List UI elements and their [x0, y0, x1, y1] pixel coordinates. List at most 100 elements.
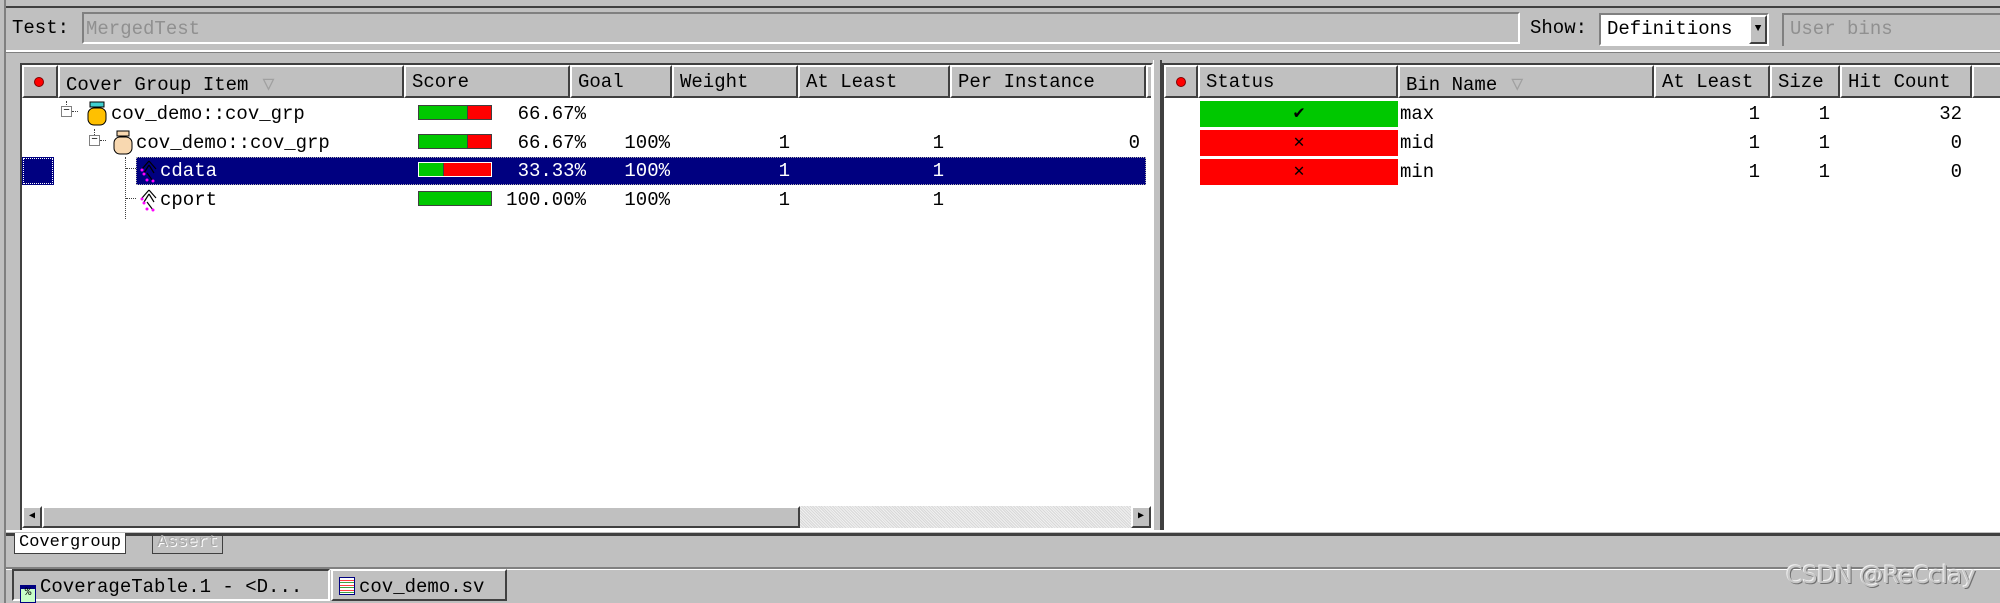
column-header-per-instance[interactable]: Per Instance	[950, 65, 1146, 98]
column-header-hit-count[interactable]: Hit Count	[1840, 65, 1972, 98]
show-label: Show:	[1530, 17, 1588, 39]
item-name: cport	[160, 189, 218, 211]
score-bar	[418, 105, 492, 120]
taskbar-source-file[interactable]: cov_demo.sv	[331, 569, 507, 601]
window-edge	[0, 0, 6, 603]
table-row[interactable]: − cov_demo::cov_grp 66.67%	[22, 100, 1151, 128]
scroll-right-icon[interactable]: ▶	[1131, 506, 1151, 528]
goal-value: 100%	[624, 132, 670, 154]
column-header-at-least[interactable]: At Least	[1654, 65, 1770, 98]
score-bar-uncovered	[467, 135, 491, 148]
status-uncovered-cell: ✕	[1200, 159, 1398, 185]
score-value: 100.00%	[506, 189, 586, 211]
test-field[interactable]: MergedTest	[82, 12, 1520, 44]
at-least-value: 1	[932, 132, 944, 154]
taskbar-label: CoverageTable.1 - <D...	[40, 576, 303, 598]
column-header-overflow[interactable]	[1972, 65, 2000, 98]
tree-line	[100, 140, 106, 141]
show-select-value: Definitions	[1607, 18, 1733, 40]
tab-baseline	[242, 533, 2000, 534]
bin-row[interactable]: ✕ mid 1 1 0	[1164, 129, 2000, 157]
score-value: 66.67%	[517, 132, 586, 154]
watermark: CSDN @ReCclay	[1786, 561, 1976, 589]
score-bar	[418, 162, 492, 177]
item-name: cov_demo::cov_grp	[111, 103, 305, 125]
score-bar	[418, 134, 492, 149]
show-select[interactable]: Definitions ▼	[1599, 13, 1769, 46]
table-row[interactable]: − cov_demo::cov_grp 66.67% 100% 1 1 0	[22, 129, 1151, 157]
column-header-overflow[interactable]	[1146, 65, 1151, 98]
taskbar-label: cov_demo.sv	[359, 576, 485, 598]
collapse-icon[interactable]: −	[89, 135, 100, 146]
bins-table: Status Bin Name ▽ At Least Size Hit Count…	[1162, 63, 2000, 530]
at-least-value: 1	[932, 189, 944, 211]
tree-line	[126, 198, 136, 199]
covergroup-table: Cover Group Item ▽ Score Goal Weight At L…	[20, 63, 1153, 530]
chevron-down-icon[interactable]: ▼	[1749, 15, 1767, 44]
score-bar-covered	[419, 135, 467, 148]
column-header-goal[interactable]: Goal	[570, 65, 672, 98]
score-bar-uncovered	[442, 163, 491, 176]
tab-covergroup[interactable]: Covergroup	[14, 533, 127, 554]
column-header-size[interactable]: Size	[1770, 65, 1840, 98]
weight-value: 1	[778, 189, 790, 211]
scrollbar-thumb[interactable]	[42, 506, 800, 528]
column-header-cover-group-item[interactable]: Cover Group Item ▽	[58, 65, 404, 98]
user-bins-field[interactable]: User bins	[1782, 13, 2000, 46]
score-value: 66.67%	[517, 103, 586, 125]
status-covered-cell: ✔	[1200, 101, 1398, 127]
at-least-value: 1	[1748, 132, 1760, 154]
column-header-bin-name[interactable]: Bin Name ▽	[1398, 65, 1654, 98]
pane-splitter[interactable]	[1153, 60, 1162, 530]
scrollbar-track[interactable]	[800, 506, 1131, 528]
covergroup-jar-icon	[87, 101, 107, 126]
x-icon: ✕	[1293, 133, 1305, 153]
scroll-left-icon[interactable]: ◀	[22, 506, 42, 528]
weight-value: 1	[778, 132, 790, 154]
table-row[interactable]: cport 100.00% 100% 1 1	[22, 186, 1151, 214]
score-bar-covered	[419, 192, 491, 205]
item-name: cdata	[160, 160, 218, 182]
selection-marker	[22, 157, 54, 185]
table-row-selected[interactable]: cdata 33.33% 100% 1 1	[22, 157, 1151, 185]
column-header-at-least[interactable]: At Least	[798, 65, 950, 98]
score-bar	[418, 191, 492, 206]
goal-value: 100%	[624, 160, 670, 182]
bin-row[interactable]: ✕ min 1 1 0	[1164, 158, 2000, 186]
status-column-header[interactable]	[22, 65, 58, 98]
status-uncovered-cell: ✕	[1200, 130, 1398, 156]
bin-name: mid	[1400, 132, 1435, 154]
column-header-score[interactable]: Score	[404, 65, 570, 98]
x-icon: ✕	[1293, 162, 1305, 182]
top-border	[6, 0, 2000, 8]
score-bar-uncovered	[467, 106, 491, 119]
hit-count-value: 0	[1950, 161, 1962, 183]
test-label: Test:	[12, 17, 70, 39]
at-least-value: 1	[932, 160, 944, 182]
bin-row[interactable]: ✔ max 1 1 32	[1164, 100, 2000, 128]
hit-count-value: 0	[1950, 132, 1962, 154]
covergroup-instance-jar-icon	[113, 130, 133, 155]
weight-value: 1	[778, 160, 790, 182]
per-instance-value: 0	[1128, 132, 1140, 154]
sort-indicator-icon: ▽	[1511, 74, 1524, 97]
column-header-weight[interactable]: Weight	[672, 65, 798, 98]
collapse-icon[interactable]: −	[61, 106, 72, 117]
status-dot-icon	[1176, 77, 1186, 87]
column-label: Cover Group Item	[66, 74, 249, 96]
score-bar-covered	[419, 163, 443, 176]
horizontal-scrollbar[interactable]: ◀ ▶	[22, 506, 1151, 528]
column-header-status[interactable]: Status	[1198, 65, 1398, 98]
at-least-value: 1	[1748, 103, 1760, 125]
tree-line	[126, 168, 136, 169]
coverpoint-icon	[140, 160, 157, 183]
score-value: 33.33%	[517, 160, 586, 182]
at-least-value: 1	[1748, 161, 1760, 183]
status-dot-icon	[34, 77, 44, 87]
status-column-header[interactable]	[1164, 65, 1198, 98]
coverage-table-icon: %	[20, 585, 36, 603]
goal-value: 100%	[624, 189, 670, 211]
taskbar-coverage-table[interactable]: % CoverageTable.1 - <D...	[12, 569, 330, 603]
tab-assert[interactable]: Assert	[152, 533, 224, 554]
tree-line	[72, 111, 78, 112]
